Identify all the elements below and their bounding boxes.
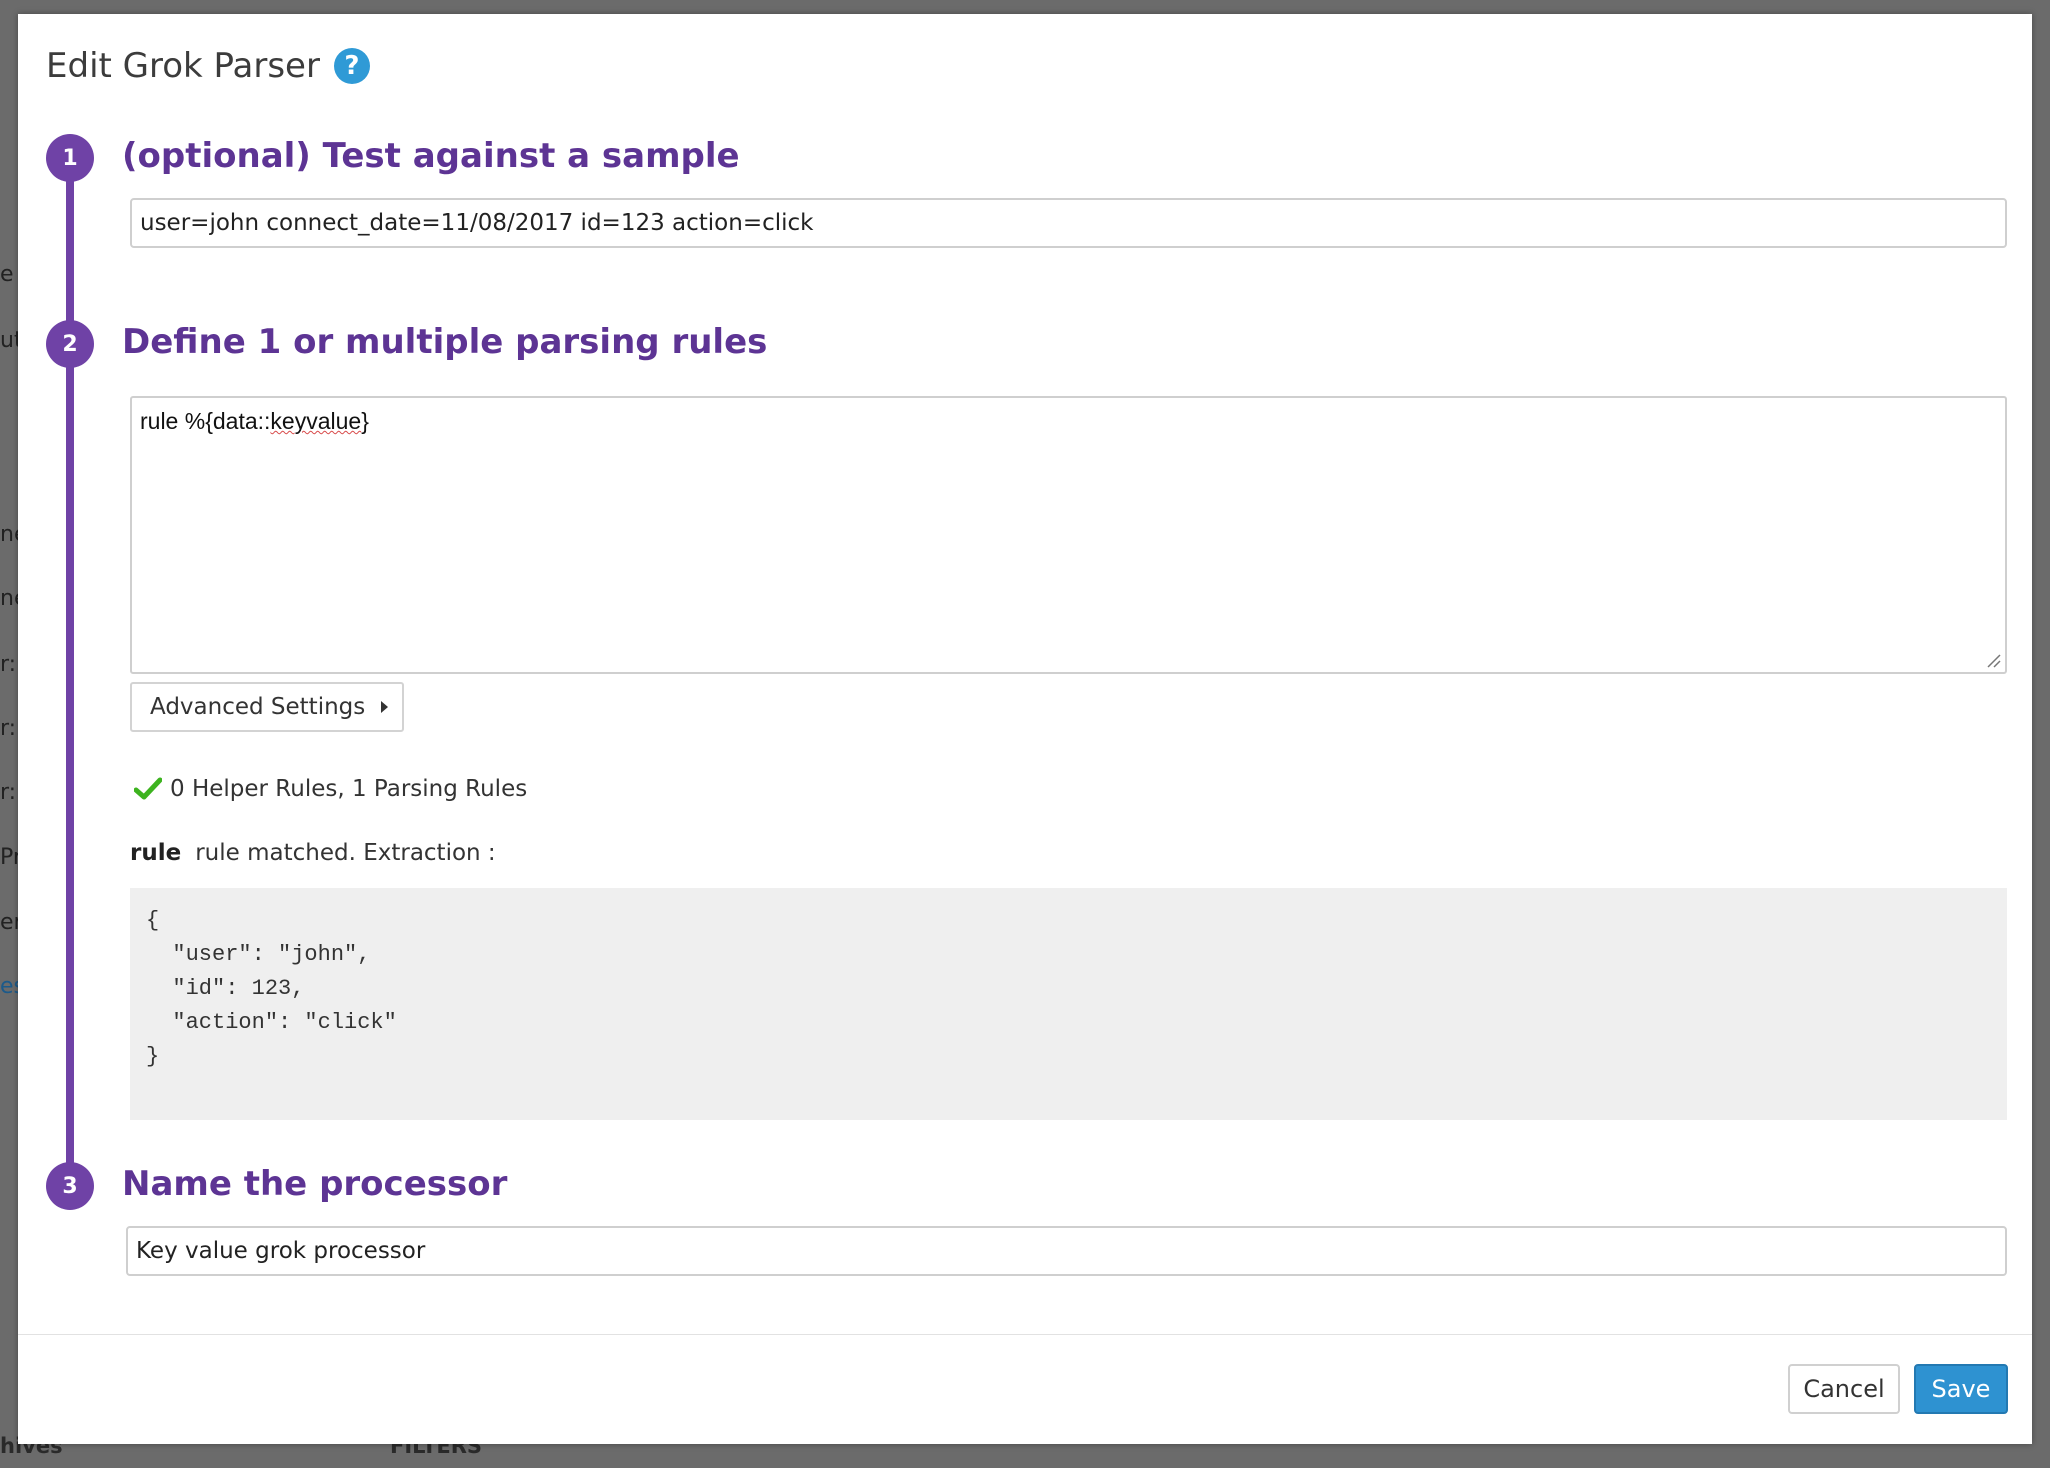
modal-title: Edit Grok Parser <box>46 46 320 86</box>
step-badge-3: 3 <box>46 1162 94 1210</box>
json-line: "id": 123, <box>146 976 305 1001</box>
step-title-test-sample: (optional) Test against a sample <box>122 136 740 176</box>
advanced-settings-button[interactable]: Advanced Settings <box>130 682 404 732</box>
footer-divider <box>18 1334 2032 1335</box>
step-title-name-processor: Name the processor <box>122 1164 508 1204</box>
matched-rule-name: rule <box>130 840 182 866</box>
json-line: } <box>146 1044 160 1069</box>
cancel-button[interactable]: Cancel <box>1788 1364 1900 1414</box>
help-icon[interactable]: ? <box>333 48 370 84</box>
step-badge-2: 2 <box>46 320 94 368</box>
rules-status-text: 0 Helper Rules, 1 Parsing Rules <box>170 776 528 802</box>
bg-text-fragment: r: <box>0 716 17 741</box>
json-line: "user": "john", <box>146 942 371 967</box>
processor-name-input[interactable]: Key value grok processor <box>126 1226 2007 1276</box>
bg-text-fragment: e <box>0 262 14 287</box>
json-line: "action": "click" <box>146 1010 397 1035</box>
rule-text-suffix: } <box>361 408 369 434</box>
bg-text-fragment: r: <box>0 780 17 805</box>
rules-status: 0 Helper Rules, 1 Parsing Rules <box>134 776 527 802</box>
step-badge-1: 1 <box>46 134 94 182</box>
extraction-output: { "user": "john", "id": 123, "action": "… <box>130 888 2007 1120</box>
bg-text-fragment: r: <box>0 652 17 677</box>
rule-text-prefix: rule %{data:: <box>140 408 271 434</box>
steps-timeline <box>66 144 74 1184</box>
modal-header: Edit Grok Parser ? <box>46 46 370 86</box>
advanced-settings-label: Advanced Settings <box>150 694 366 720</box>
save-button[interactable]: Save <box>1914 1364 2008 1414</box>
parsing-rules-textarea[interactable]: rule %{data::keyvalue} <box>130 396 2007 674</box>
match-result: rule rule matched. Extraction : <box>130 840 496 866</box>
checkmark-icon <box>134 777 162 800</box>
edit-grok-parser-modal: Edit Grok Parser ? 1 (optional) Test aga… <box>18 14 2032 1444</box>
rule-text-spellcheck: keyvalue <box>270 408 362 434</box>
resize-grip-icon[interactable] <box>1985 652 2001 668</box>
sample-log-input[interactable]: user=john connect_date=11/08/2017 id=123… <box>130 198 2007 248</box>
match-message: rule matched. Extraction : <box>195 840 496 866</box>
caret-right-icon <box>381 701 389 713</box>
json-line: { <box>146 908 160 933</box>
step-title-parsing-rules: Define 1 or multiple parsing rules <box>122 322 768 362</box>
